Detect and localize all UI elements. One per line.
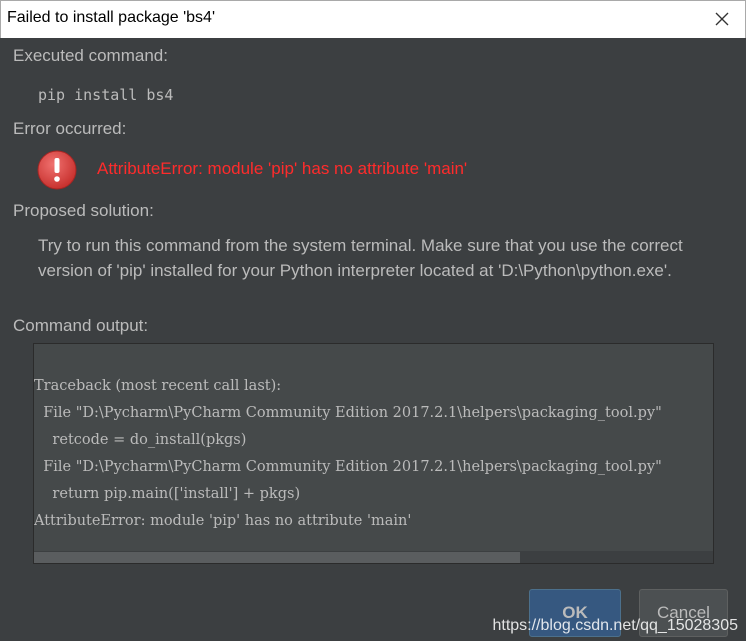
close-icon (715, 12, 729, 26)
error-occurred-label: Error occurred: (13, 119, 127, 138)
output-line: Traceback (most recent call last): (34, 378, 282, 394)
dialog-content: Executed command: pip install bs4 Error … (0, 37, 746, 641)
output-line: return pip.main(['install'] + pkgs) (34, 486, 301, 502)
executed-command: pip install bs4 (38, 86, 174, 104)
output-line: File "D:\Pycharm\PyCharm Community Editi… (34, 405, 662, 421)
output-line: File "D:\Pycharm\PyCharm Community Editi… (34, 459, 662, 475)
close-button[interactable] (705, 4, 739, 34)
watermark: https://blog.csdn.net/qq_15028305 (492, 617, 738, 634)
output-line: retcode = do_install(pkgs) (34, 432, 247, 448)
window-title: Failed to install package 'bs4' (7, 9, 216, 26)
output-line: AttributeError: module 'pip' has no attr… (34, 513, 412, 529)
error-icon (37, 150, 77, 190)
proposed-solution-label: Proposed solution: (13, 201, 154, 220)
executed-command-label: Executed command: (13, 46, 168, 65)
error-message: AttributeError: module 'pip' has no attr… (97, 159, 468, 178)
command-output-panel[interactable]: Traceback (most recent call last): File … (33, 343, 714, 564)
command-output-label: Command output: (13, 316, 149, 335)
horizontal-scrollbar[interactable] (34, 551, 713, 563)
scrollbar-thumb[interactable] (34, 552, 520, 563)
command-output-text: Traceback (most recent call last): File … (34, 373, 662, 535)
title-bar: Failed to install package 'bs4' (0, 0, 746, 38)
proposed-solution-text: Try to run this command from the system … (38, 236, 683, 280)
